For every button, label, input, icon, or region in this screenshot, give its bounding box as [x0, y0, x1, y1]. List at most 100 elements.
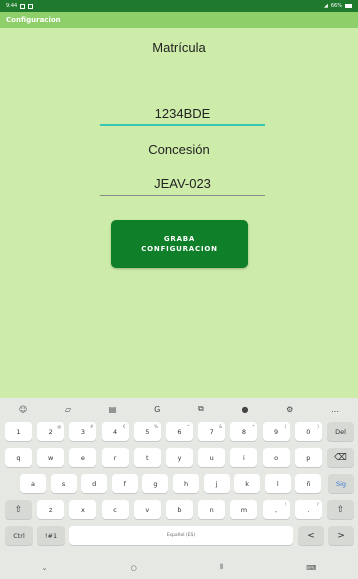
key-n[interactable]: n: [198, 500, 226, 519]
key-9[interactable]: 9(: [262, 422, 290, 441]
next-key[interactable]: Sig: [328, 474, 354, 493]
key-ñ[interactable]: ñ: [295, 474, 322, 493]
key-c[interactable]: c: [101, 500, 129, 519]
system-nav-bar: ⌄ ○ ⦀ ⌨: [0, 556, 358, 579]
shift-right-key[interactable]: ⇧: [327, 500, 354, 519]
more-icon[interactable]: …: [331, 405, 339, 414]
key-r[interactable]: r: [101, 448, 129, 467]
key-alt-label: ^: [186, 424, 190, 429]
key-m[interactable]: m: [230, 500, 258, 519]
key-a[interactable]: a: [20, 474, 46, 493]
ctrl-key[interactable]: Ctrl: [5, 526, 33, 545]
key-x[interactable]: x: [69, 500, 97, 519]
keyboard-switch-icon[interactable]: ⌨: [306, 564, 316, 572]
asdf-row: a s d f g h j k l ñ Sig: [0, 474, 358, 496]
left-arrow-key[interactable]: <: [298, 526, 324, 545]
key-y[interactable]: y: [166, 448, 193, 467]
home-icon[interactable]: ○: [131, 564, 137, 572]
config-form: Matrícula Concesión GRABA CONFIGURACION: [0, 28, 358, 398]
delete-key[interactable]: Del: [327, 422, 354, 441]
key-label: 4: [113, 427, 118, 436]
emoji-icon[interactable]: ☺: [19, 405, 27, 414]
key-4[interactable]: 4 €: [101, 422, 129, 441]
key-label: 7: [209, 427, 214, 436]
key-s[interactable]: s: [50, 474, 77, 493]
key-label: .: [307, 505, 310, 514]
key-alt-label: #: [90, 424, 94, 429]
key-label: 8: [241, 427, 246, 436]
save-button-line1: GRABA: [163, 235, 196, 243]
key-label: m: [240, 505, 248, 514]
key-label: 2: [48, 427, 53, 436]
comma-key[interactable]: ,!: [262, 500, 290, 519]
matricula-input[interactable]: [100, 102, 265, 126]
key-d[interactable]: d: [81, 474, 108, 493]
key-label: v: [145, 505, 150, 514]
hide-keyboard-icon[interactable]: ⌄: [42, 564, 48, 572]
save-button-line2: CONFIGURACION: [141, 245, 218, 253]
key-label: 3: [80, 427, 85, 436]
key-b[interactable]: b: [166, 500, 193, 519]
status-right: ◢ 66%: [324, 3, 352, 9]
key-label: x: [80, 505, 85, 514]
key-label: 5: [145, 427, 150, 436]
status-bar: 9:44 ◢ 66%: [0, 0, 358, 12]
key-q[interactable]: q: [5, 448, 32, 467]
number-row: 1 2 @3 #4 €5% 6 ^ 7 & 8 * 9(0) Del: [0, 422, 358, 444]
save-config-button[interactable]: GRABA CONFIGURACION: [111, 220, 248, 268]
app-bar: Configuracion: [0, 12, 358, 28]
status-left: 9:44: [6, 3, 34, 9]
soft-keyboard: ☺ ▱ ▤ G ⧉ ● ⚙… 1 2 @3 #4 €5% 6 ^ 7 & 8 * 9(0) Del qwertyui…: [0, 398, 358, 579]
key-e[interactable]: e: [69, 448, 97, 467]
key-2[interactable]: 2 @: [37, 422, 65, 441]
key-0[interactable]: 0): [294, 422, 322, 441]
backspace-key[interactable]: ⌫: [327, 448, 354, 467]
translate-icon[interactable]: ⧉: [198, 404, 204, 414]
key-g[interactable]: g: [142, 474, 169, 493]
gif-icon[interactable]: G: [154, 405, 160, 414]
key-p[interactable]: p: [294, 448, 322, 467]
settings-icon[interactable]: ⚙: [286, 405, 293, 414]
concesion-input[interactable]: [100, 172, 265, 196]
key-alt-label: &: [219, 424, 223, 429]
key-label: c: [113, 505, 117, 514]
key-alt-label: *: [252, 424, 255, 429]
key-u[interactable]: u: [198, 448, 226, 467]
key-1[interactable]: 1: [5, 422, 32, 441]
key-alt-label: €: [123, 424, 126, 429]
key-t[interactable]: t: [133, 448, 161, 467]
symbols-key[interactable]: !#1: [37, 526, 65, 545]
right-arrow-key[interactable]: >: [328, 526, 354, 545]
bottom-row: Ctrl !#1 Español (ES) < >: [0, 526, 358, 548]
key-f[interactable]: f: [111, 474, 138, 493]
key-alt-label: ): [317, 424, 319, 429]
key-h[interactable]: h: [173, 474, 199, 493]
key-alt-label: @: [57, 424, 62, 429]
mic-icon[interactable]: ●: [241, 405, 248, 414]
key-o[interactable]: o: [262, 448, 290, 467]
key-8[interactable]: 8 *: [230, 422, 258, 441]
key-5[interactable]: 5%: [133, 422, 161, 441]
key-3[interactable]: 3 #: [69, 422, 97, 441]
period-key[interactable]: .?: [294, 500, 322, 519]
key-j[interactable]: j: [203, 474, 230, 493]
signal-icon: ◢: [324, 3, 328, 9]
key-w[interactable]: w: [37, 448, 65, 467]
matricula-label: Matrícula: [152, 40, 206, 55]
key-v[interactable]: v: [133, 500, 161, 519]
key-6[interactable]: 6 ^: [166, 422, 193, 441]
key-label: 9: [274, 427, 279, 436]
key-label: z: [48, 505, 53, 514]
key-k[interactable]: k: [234, 474, 261, 493]
key-i[interactable]: i: [230, 448, 258, 467]
key-label: 0: [306, 427, 311, 436]
key-7[interactable]: 7 &: [198, 422, 226, 441]
space-key[interactable]: Español (ES): [69, 526, 293, 545]
key-z[interactable]: z: [37, 500, 65, 519]
shift-left-key[interactable]: ⇧: [5, 500, 32, 519]
key-l[interactable]: l: [264, 474, 291, 493]
recents-icon[interactable]: ⦀: [220, 563, 223, 572]
battery-level: 66%: [330, 3, 342, 9]
sticker-icon[interactable]: ▱: [65, 405, 71, 414]
clipboard-icon[interactable]: ▤: [109, 405, 117, 414]
